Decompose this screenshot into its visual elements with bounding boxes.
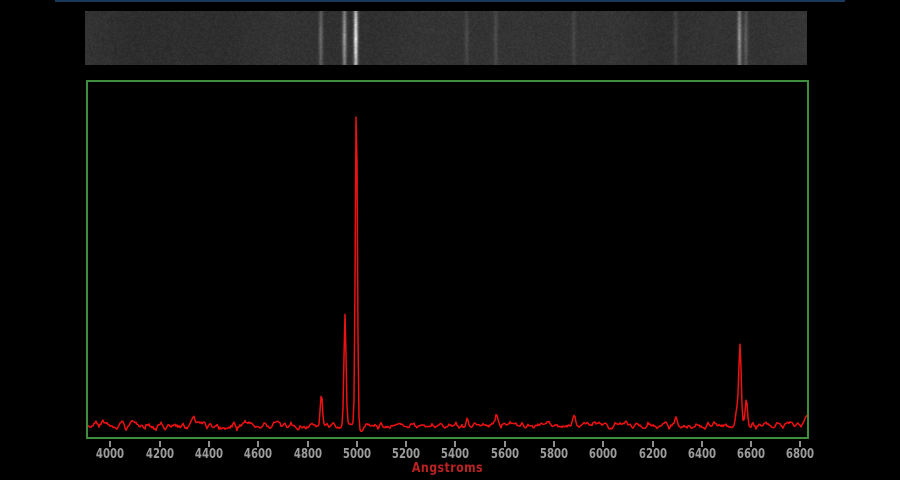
x-axis-tick-label: 6400 (685, 447, 719, 462)
x-axis-tick-label: 6000 (586, 447, 620, 462)
x-axis-tick-label: 5400 (438, 447, 472, 462)
spectrum-viewer-window: 4000 4200 4400 4600 4800 5000 5200 5400 5600 5800… (0, 0, 900, 480)
x-axis-tick-label: 5000 (340, 447, 374, 462)
x-axis-tick-label: 4400 (192, 447, 226, 462)
spectrum-trace (88, 82, 807, 437)
x-axis-tick-label: 5200 (389, 447, 423, 462)
x-axis-tick-label: 4800 (290, 447, 324, 462)
x-axis-tick-label: 6800 (783, 447, 817, 462)
x-axis-tick-label: 6200 (635, 447, 669, 462)
x-axis-tick-label: 4600 (241, 447, 275, 462)
x-axis-tick-label: 5800 (537, 447, 571, 462)
x-axis-tick-label: 4200 (143, 447, 177, 462)
x-axis-tick-label: 4000 (93, 447, 127, 462)
spectrum-1d-plot[interactable] (86, 80, 809, 439)
window-top-edge (55, 0, 845, 2)
x-axis-tick-label: 5600 (487, 447, 521, 462)
spectrum-2d-strip[interactable] (85, 11, 807, 65)
x-axis-tick-label: 6600 (734, 447, 768, 462)
x-axis-label: Angstroms (140, 461, 755, 476)
